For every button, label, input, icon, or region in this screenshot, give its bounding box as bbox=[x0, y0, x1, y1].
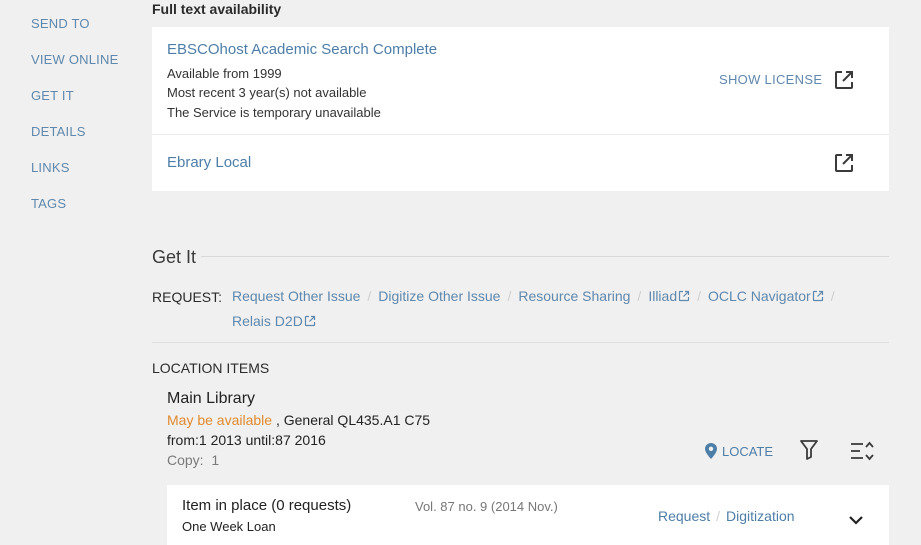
sidebar-item-send-to[interactable]: SEND TO bbox=[31, 16, 90, 31]
request-label: REQUEST: bbox=[152, 289, 223, 305]
sidebar-item-links[interactable]: LINKS bbox=[31, 160, 70, 175]
sidebar-item-view-online[interactable]: VIEW ONLINE bbox=[31, 52, 118, 67]
separator: / bbox=[716, 508, 721, 524]
relais-d2d-link[interactable]: Relais D2D bbox=[232, 313, 316, 329]
item-status: Item in place (0 requests) bbox=[182, 497, 352, 514]
copy-label: Copy: bbox=[167, 452, 204, 468]
getit-heading: Get It bbox=[152, 247, 197, 267]
external-link-icon bbox=[304, 315, 315, 327]
location-availability: May be available , General QL435.A1 C75 bbox=[167, 412, 430, 428]
library-name: Main Library bbox=[167, 390, 256, 407]
illiad-link[interactable]: Illiad bbox=[648, 288, 690, 304]
getit-heading-rule bbox=[201, 256, 889, 257]
external-link-icon[interactable] bbox=[833, 152, 855, 174]
filter-icon[interactable] bbox=[800, 440, 818, 465]
external-link-icon[interactable] bbox=[833, 69, 855, 91]
item-row[interactable]: Item in place (0 requests) One Week Loan… bbox=[167, 485, 889, 545]
call-number: , General QL435.A1 C75 bbox=[272, 412, 431, 428]
oclc-navigator-link[interactable]: OCLC Navigator bbox=[708, 288, 824, 304]
locate-button[interactable]: LOCATE bbox=[705, 443, 773, 459]
external-link-icon bbox=[812, 290, 823, 302]
location-items-heading: LOCATION ITEMS bbox=[152, 360, 270, 376]
show-license-button[interactable]: SHOW LICENSE bbox=[719, 72, 822, 87]
resource-sharing-link[interactable]: Resource Sharing bbox=[518, 288, 630, 304]
copy-value: 1 bbox=[211, 452, 220, 468]
request-other-issue-link[interactable]: Request Other Issue bbox=[232, 288, 360, 304]
separator: / bbox=[697, 288, 701, 304]
item-digitization-link[interactable]: Digitization bbox=[726, 508, 794, 524]
request-links: Request Other Issue / Digitize Other Issue… bbox=[232, 284, 872, 334]
separator: / bbox=[637, 288, 642, 304]
service-card-ebsco: EBSCOhost Academic Search Complete Avail… bbox=[152, 27, 889, 134]
service-title-link[interactable]: EBSCOhost Academic Search Complete bbox=[167, 41, 437, 58]
fulltext-heading: Full text availability bbox=[152, 1, 282, 17]
sidebar-item-tags[interactable]: TAGS bbox=[31, 196, 66, 211]
sort-icon[interactable] bbox=[850, 441, 874, 466]
sidebar-item-details[interactable]: DETAILS bbox=[31, 124, 86, 139]
external-link-icon bbox=[679, 290, 690, 302]
service-coverage-line: Available from 1999 bbox=[167, 66, 282, 81]
sidebar-item-get-it[interactable]: GET IT bbox=[31, 88, 74, 103]
holdings-range: from:1 2013 until:87 2016 bbox=[167, 432, 326, 448]
service-card-ebrary: Ebrary Local bbox=[152, 135, 889, 191]
digitize-other-issue-link[interactable]: Digitize Other Issue bbox=[378, 288, 500, 304]
oclc-navigator-label: OCLC Navigator bbox=[708, 288, 811, 304]
item-actions: Request / Digitization bbox=[658, 508, 795, 524]
item-request-link[interactable]: Request bbox=[658, 508, 710, 524]
copy-info: Copy: 1 bbox=[167, 452, 219, 468]
item-volume: Vol. 87 no. 9 (2014 Nov.) bbox=[415, 499, 558, 514]
item-loan-policy: One Week Loan bbox=[182, 519, 276, 534]
availability-status: May be available bbox=[167, 412, 273, 428]
separator: / bbox=[367, 288, 372, 304]
request-divider bbox=[152, 342, 889, 343]
relais-d2d-label: Relais D2D bbox=[232, 313, 303, 329]
illiad-label: Illiad bbox=[648, 288, 678, 304]
service-status-line: The Service is temporary unavailable bbox=[167, 105, 381, 120]
chevron-down-icon[interactable] bbox=[848, 512, 864, 530]
service-title-link[interactable]: Ebrary Local bbox=[167, 154, 251, 171]
service-embargo-line: Most recent 3 year(s) not available bbox=[167, 85, 367, 100]
separator: / bbox=[507, 288, 512, 304]
map-pin-icon bbox=[705, 443, 717, 459]
locate-label: LOCATE bbox=[722, 444, 774, 459]
separator: / bbox=[830, 288, 835, 304]
